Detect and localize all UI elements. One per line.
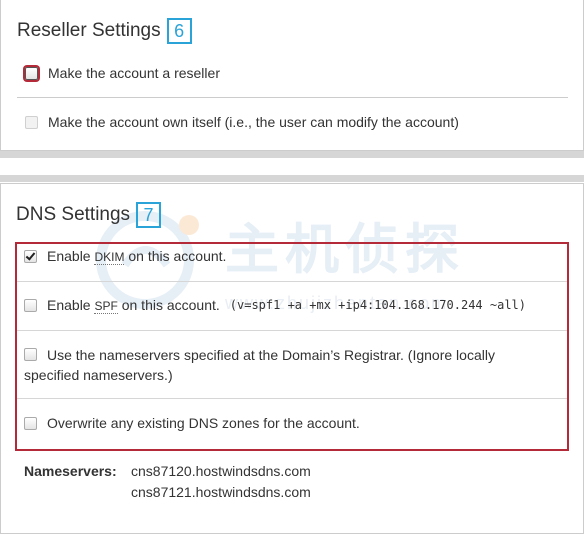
reseller-settings-heading: Reseller Settings [17, 20, 161, 41]
make-reseller-checkbox[interactable] [25, 66, 38, 80]
registrar-nameservers-label: Use the nameservers specified at the Dom… [24, 347, 495, 383]
enable-dkim-checkbox[interactable] [24, 249, 37, 263]
separator [17, 398, 567, 399]
nameserver-2: cns87121.hostwindsdns.com [131, 484, 311, 500]
registrar-nameservers-checkbox[interactable] [24, 348, 37, 361]
step-badge-7: 7 [136, 202, 162, 228]
separator [17, 97, 568, 98]
enable-dkim-option[interactable]: Enable DKIM on this account. [24, 248, 227, 265]
overwrite-dns-label: Overwrite any existing DNS zones for the… [47, 415, 360, 431]
make-reseller-option[interactable]: Make the account a reseller [25, 65, 220, 81]
panel-gap [0, 151, 584, 182]
own-itself-label: Make the account own itself (i.e., the u… [48, 114, 459, 130]
gap-bar-top [0, 151, 584, 158]
spf-prefix: Enable [47, 297, 95, 313]
spf-suffix: on this account. [117, 297, 220, 313]
nameserver-1: cns87120.hostwindsdns.com [131, 463, 311, 479]
dkim-abbr: DKIM [94, 250, 125, 265]
dkim-suffix: on this account. [124, 248, 227, 264]
dns-settings-title: DNS Settings 7 [16, 202, 162, 228]
separator [17, 281, 567, 282]
spf-record: (v=spf1 +a +mx +ip4:104.168.170.244 ~all… [229, 298, 526, 312]
own-itself-option: Make the account own itself (i.e., the u… [25, 114, 459, 130]
reseller-settings-title: Reseller Settings 6 [17, 18, 192, 44]
enable-dkim-label: Enable DKIM on this account. [47, 248, 227, 265]
nameservers-label: Nameservers: [24, 463, 117, 479]
reseller-settings-panel: Reseller Settings 6 Make the account a r… [0, 0, 584, 151]
enable-spf-option[interactable]: Enable SPF on this account. (v=spf1 +a +… [24, 297, 526, 314]
gap-bar-bottom [0, 175, 584, 182]
separator [17, 330, 567, 331]
dns-settings-heading: DNS Settings [16, 204, 131, 225]
overwrite-dns-option[interactable]: Overwrite any existing DNS zones for the… [24, 415, 360, 431]
own-itself-checkbox [25, 115, 38, 129]
make-reseller-label: Make the account a reseller [48, 65, 220, 81]
step-badge-6: 6 [166, 18, 192, 44]
spf-abbr: SPF [94, 299, 118, 314]
dkim-prefix: Enable [47, 248, 95, 264]
overwrite-dns-checkbox[interactable] [24, 416, 37, 430]
registrar-nameservers-option[interactable]: Use the nameservers specified at the Dom… [24, 345, 544, 385]
enable-spf-label: Enable SPF on this account. [47, 297, 220, 314]
enable-spf-checkbox[interactable] [24, 298, 37, 312]
